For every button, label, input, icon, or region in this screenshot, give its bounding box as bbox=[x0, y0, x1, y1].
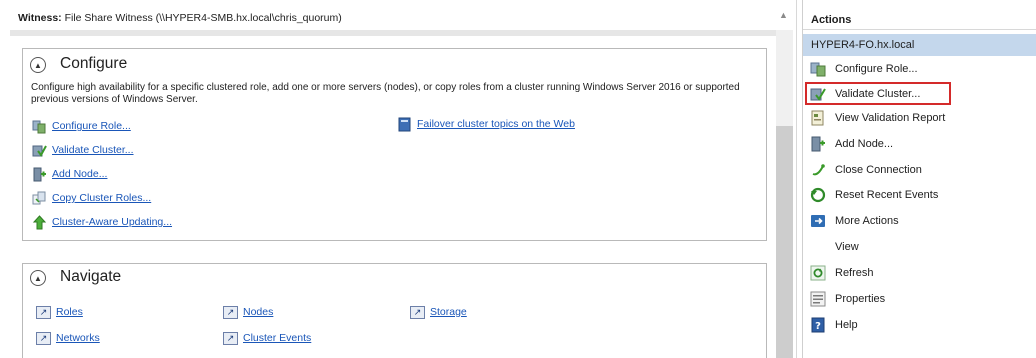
chevron-up-icon: ▲ bbox=[34, 60, 42, 70]
shortcut-icon: ↗ bbox=[223, 331, 238, 346]
action-view-validation-report[interactable]: View Validation Report bbox=[803, 106, 1036, 130]
configure-title: Configure bbox=[60, 55, 128, 72]
link-failover-topics-web[interactable]: Failover cluster topics on the Web bbox=[397, 116, 575, 132]
action-close-connection[interactable]: Close Connection bbox=[803, 158, 1036, 182]
add-node-icon bbox=[32, 167, 47, 182]
nav-link-networks[interactable]: ↗ Networks bbox=[36, 330, 100, 346]
properties-icon bbox=[810, 291, 826, 307]
link-validate-cluster[interactable]: Validate Cluster... bbox=[32, 142, 134, 158]
close-connection-icon bbox=[810, 162, 826, 178]
configure-section: ▲ Configure Configure high availability … bbox=[22, 48, 767, 241]
section-divider bbox=[10, 30, 776, 36]
action-configure-role[interactable]: Configure Role... bbox=[803, 57, 1036, 81]
configure-role-icon bbox=[810, 61, 826, 77]
witness-label: Witness: bbox=[18, 12, 62, 24]
navigate-section: ▲ Navigate ↗ Roles ↗ Nodes ↗ Storage ↗ N… bbox=[22, 263, 767, 358]
validate-cluster-highlight-box bbox=[805, 82, 951, 105]
refresh-icon bbox=[810, 265, 826, 281]
action-reset-recent-events[interactable]: Reset Recent Events bbox=[803, 183, 1036, 207]
link-cluster-aware-updating[interactable]: Cluster-Aware Updating... bbox=[32, 214, 172, 230]
shortcut-icon: ↗ bbox=[223, 305, 238, 320]
copy-cluster-roles-icon bbox=[32, 191, 47, 206]
action-more-actions[interactable]: More Actions bbox=[803, 209, 1036, 233]
validate-cluster-icon bbox=[32, 143, 47, 158]
nav-link-cluster-events[interactable]: ↗ Cluster Events bbox=[223, 330, 311, 346]
nav-link-roles[interactable]: ↗ Roles bbox=[36, 304, 83, 320]
cluster-aware-updating-icon bbox=[32, 214, 47, 230]
link-copy-cluster-roles[interactable]: Copy Cluster Roles... bbox=[32, 190, 151, 206]
more-actions-icon bbox=[810, 213, 826, 229]
help-book-icon bbox=[397, 117, 412, 132]
link-add-node[interactable]: Add Node... bbox=[32, 166, 107, 182]
collapse-configure-button[interactable]: ▲ bbox=[30, 57, 46, 73]
collapse-navigate-button[interactable]: ▲ bbox=[30, 270, 46, 286]
shortcut-icon: ↗ bbox=[36, 305, 51, 320]
configure-description: Configure high availability for a specif… bbox=[31, 82, 740, 105]
action-properties[interactable]: Properties bbox=[803, 287, 1036, 311]
report-icon bbox=[810, 110, 826, 126]
cluster-summary-pane: Witness: File Share Witness (\\HYPER4-SM… bbox=[0, 0, 797, 358]
cluster-name-header[interactable]: HYPER4-FO.hx.local bbox=[803, 34, 1036, 56]
nav-link-nodes[interactable]: ↗ Nodes bbox=[223, 304, 273, 320]
help-icon: ? bbox=[810, 317, 826, 333]
shortcut-icon: ↗ bbox=[36, 331, 51, 346]
action-view[interactable]: View bbox=[803, 235, 1036, 259]
reset-events-icon bbox=[810, 187, 826, 203]
action-help[interactable]: ? Help bbox=[803, 313, 1036, 337]
actions-header: Actions bbox=[803, 10, 1036, 30]
action-add-node[interactable]: Add Node... bbox=[803, 132, 1036, 156]
shortcut-icon: ↗ bbox=[410, 305, 425, 320]
action-refresh[interactable]: Refresh bbox=[803, 261, 1036, 285]
navigate-title: Navigate bbox=[60, 268, 122, 285]
actions-pane: Actions HYPER4-FO.hx.local Configure Rol… bbox=[802, 0, 1036, 358]
link-configure-role[interactable]: Configure Role... bbox=[32, 118, 131, 134]
add-node-icon bbox=[810, 136, 826, 152]
configure-role-icon bbox=[32, 119, 47, 134]
witness-value: File Share Witness (\\HYPER4-SMB.hx.loca… bbox=[64, 12, 342, 24]
witness-info: Witness: File Share Witness (\\HYPER4-SM… bbox=[18, 12, 342, 24]
vertical-scrollbar-thumb[interactable] bbox=[776, 126, 793, 358]
scroll-up-arrow-icon[interactable]: ▲ bbox=[779, 10, 788, 20]
svg-text:?: ? bbox=[815, 321, 821, 332]
chevron-up-icon: ▲ bbox=[34, 273, 42, 283]
nav-link-storage[interactable]: ↗ Storage bbox=[410, 304, 467, 320]
